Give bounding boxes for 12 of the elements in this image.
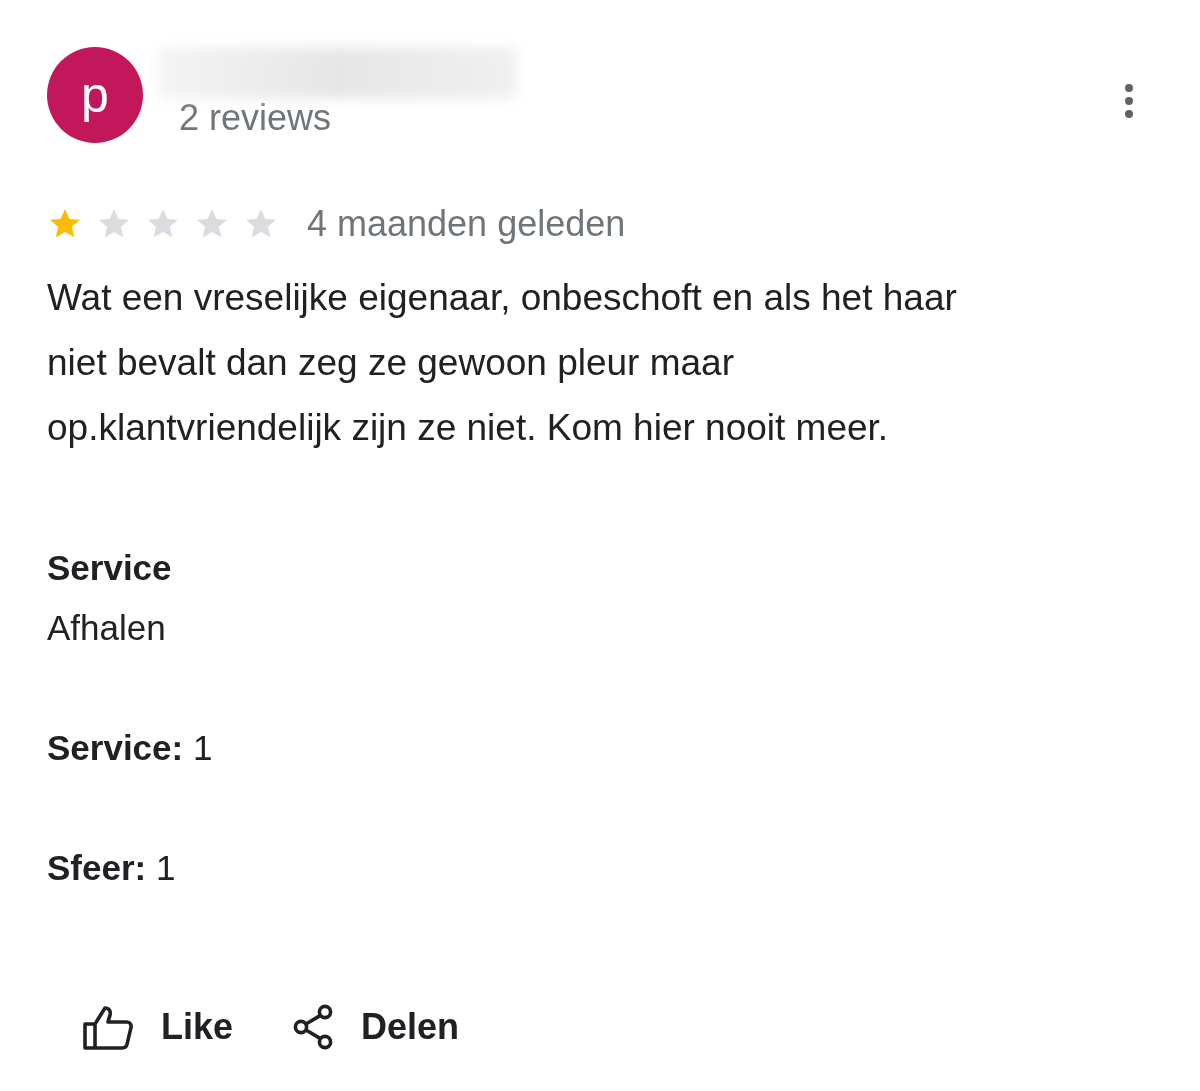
- review-date: 4 maanden geleden: [307, 203, 626, 245]
- more-options-icon[interactable]: [1123, 83, 1135, 119]
- service-value: Afhalen: [47, 607, 167, 649]
- avatar: p: [47, 47, 143, 143]
- thumbs-up-icon: [83, 1004, 135, 1050]
- service-label: Service: [47, 547, 173, 589]
- review-count: 2 reviews: [179, 97, 333, 139]
- share-button[interactable]: Delen: [293, 1004, 460, 1050]
- score-line: Service: 1: [47, 727, 214, 769]
- like-button[interactable]: Like: [83, 1004, 234, 1050]
- score-line: Sfeer: 1: [47, 847, 177, 889]
- review-text: Wat een vreselijke eigenaar, onbeschoft en als het haar niet bevalt dan zeg ze gewoon pleur maar op.klantvriendelijk zijn ze niet. Kom hier nooit meer.: [47, 276, 958, 450]
